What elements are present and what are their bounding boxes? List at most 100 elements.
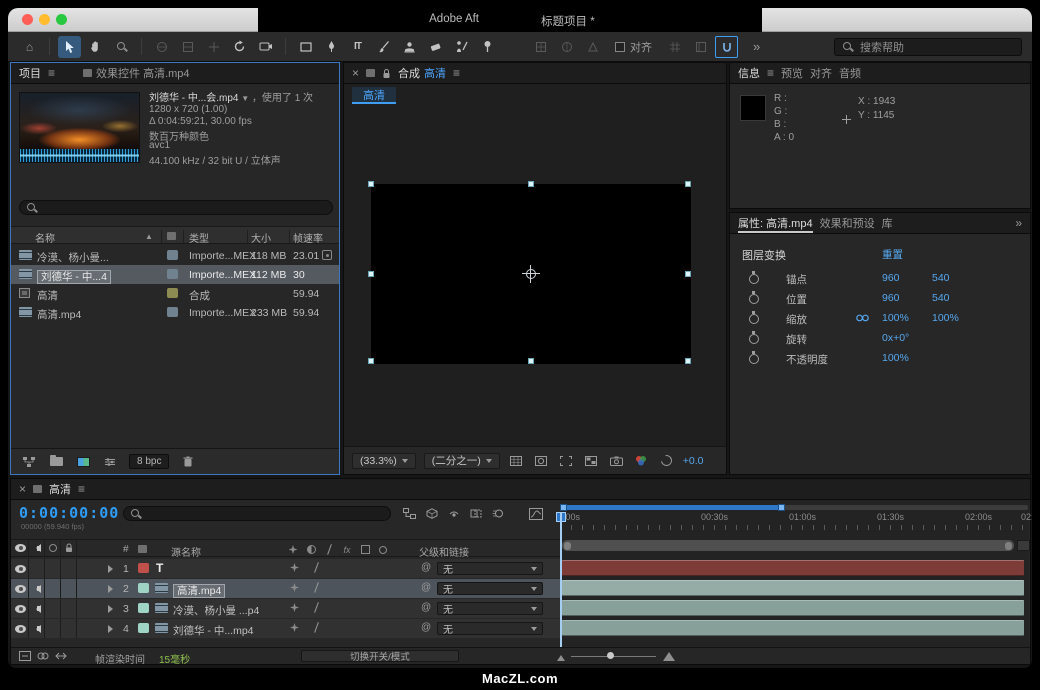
solo-toggle[interactable] xyxy=(45,619,61,638)
lock-toggle[interactable] xyxy=(61,599,77,618)
expand-layer-switches-button[interactable] xyxy=(17,649,33,663)
layer-name[interactable]: 高清.mp4 xyxy=(173,584,225,598)
parent-dropdown[interactable]: 无 xyxy=(437,622,543,635)
collapse-switch-header[interactable] xyxy=(305,544,317,555)
grid-options-button[interactable] xyxy=(663,36,686,58)
viewer-tab[interactable]: 高清 xyxy=(352,87,396,104)
snap-align-checkbox[interactable]: 对齐 xyxy=(615,39,652,55)
selection-handle[interactable] xyxy=(685,181,691,187)
orbit-camera-tool-button[interactable] xyxy=(150,36,173,58)
reset-link[interactable]: 重置 xyxy=(882,247,903,262)
layer-row-selected[interactable]: 2 高清.mp4 @ 无 xyxy=(11,579,560,598)
pickwhip-icon[interactable]: @ xyxy=(421,562,431,573)
quality-slash-switch[interactable] xyxy=(312,562,321,576)
lock-toggle[interactable] xyxy=(61,579,77,598)
comp-marker-button[interactable] xyxy=(1017,540,1030,551)
quality-slash-switch[interactable] xyxy=(312,582,321,596)
quality-switch[interactable] xyxy=(290,603,299,615)
show-channels-button[interactable] xyxy=(633,453,650,468)
time-ruler[interactable] xyxy=(560,525,1029,530)
parent-dropdown[interactable]: 无 xyxy=(437,562,543,575)
brush-tool-button[interactable] xyxy=(372,36,395,58)
selection-handle[interactable] xyxy=(685,271,691,277)
frame-blend-switch-header[interactable] xyxy=(359,544,371,555)
layer-duration-bar[interactable] xyxy=(562,560,1024,576)
lock-column-header[interactable] xyxy=(61,540,77,556)
rotation-tool-button[interactable] xyxy=(228,36,251,58)
scale-y-value[interactable]: 100% xyxy=(932,312,959,324)
project-row[interactable]: 高清.mp4 Importe...MEX 233 MB 59.94 xyxy=(11,303,339,322)
color-depth-button[interactable]: 8 bpc xyxy=(129,454,169,469)
titlebar[interactable]: Adobe Aft 标题项目 * xyxy=(8,8,1032,32)
composition-viewer[interactable]: 高清 xyxy=(344,84,726,446)
position-x-value[interactable]: 960 xyxy=(882,292,900,304)
new-folder-button[interactable] xyxy=(48,455,64,469)
expander-icon[interactable] xyxy=(108,625,117,633)
solo-column-header[interactable] xyxy=(45,540,61,556)
project-row[interactable]: 冷漠、杨小曼... Importe...MEX 118 MB 23.01 xyxy=(11,246,339,265)
close-panel-icon[interactable]: × xyxy=(352,66,359,80)
snapping-button[interactable] xyxy=(715,36,738,58)
link-icon[interactable] xyxy=(856,314,869,322)
graph-editor-button[interactable] xyxy=(527,506,544,521)
type-tool-button[interactable]: IT xyxy=(346,36,369,58)
expander-icon[interactable] xyxy=(108,585,117,593)
position-y-value[interactable]: 540 xyxy=(932,292,950,304)
pickwhip-icon[interactable]: @ xyxy=(421,622,431,633)
tab-effects-presets[interactable]: 效果和预设 xyxy=(820,213,875,233)
video-toggle[interactable] xyxy=(13,599,29,618)
mask-visibility-button[interactable] xyxy=(533,453,550,468)
effects-switch-header[interactable]: fx xyxy=(341,544,353,555)
world-axis-mode-button[interactable] xyxy=(555,36,578,58)
label-chip[interactable] xyxy=(138,623,149,633)
minimize-window-button[interactable] xyxy=(39,14,50,25)
audio-toggle[interactable] xyxy=(29,619,45,638)
playhead[interactable] xyxy=(560,512,562,647)
audio-toggle[interactable] xyxy=(29,579,45,598)
layer-name[interactable]: 冷漠、杨小曼 ...p4 xyxy=(173,603,259,618)
rotation-value[interactable]: 0x+0° xyxy=(882,332,909,344)
project-row-selected[interactable]: 刘德华 - 中...4 Importe...MEX 112 MB 30 xyxy=(11,265,339,284)
pickwhip-icon[interactable]: @ xyxy=(421,602,431,613)
parent-dropdown[interactable]: 无 xyxy=(437,602,543,615)
solo-toggle[interactable] xyxy=(45,599,61,618)
interpret-footage-button[interactable] xyxy=(21,455,37,469)
work-area-bar[interactable] xyxy=(560,505,1028,510)
delete-button[interactable] xyxy=(180,455,196,469)
project-table-header[interactable]: 名称 ▲ 类型 大小 帧速率 xyxy=(11,226,339,244)
tab-align[interactable]: 对齐 xyxy=(810,63,832,83)
pickwhip-icon[interactable]: @ xyxy=(421,582,431,593)
zoom-tool-button[interactable] xyxy=(110,36,133,58)
layer-duration-bar[interactable] xyxy=(562,600,1024,616)
close-window-button[interactable] xyxy=(22,14,33,25)
label-chip[interactable] xyxy=(167,288,178,298)
time-navigator-bar[interactable] xyxy=(562,540,1014,551)
label-chip[interactable] xyxy=(138,603,149,613)
tab-audio[interactable]: 音频 xyxy=(839,63,861,83)
quality-slash-switch[interactable] xyxy=(312,622,321,636)
panel-menu-icon[interactable]: ≡ xyxy=(767,66,774,80)
layer-duration-bar[interactable] xyxy=(562,620,1024,636)
pen-tool-button[interactable] xyxy=(320,36,343,58)
audio-column-header[interactable] xyxy=(29,540,45,556)
composition-mini-flowchart-button[interactable] xyxy=(401,506,418,521)
label-chip[interactable] xyxy=(138,583,149,593)
draft-3d-button[interactable] xyxy=(423,506,440,521)
anchor-x-value[interactable]: 960 xyxy=(882,272,900,284)
tab-effect-controls[interactable]: 效果控件 高清.mp4 xyxy=(83,63,190,83)
expand-transfer-controls-button[interactable] xyxy=(35,649,51,663)
anchor-point-icon[interactable] xyxy=(522,265,540,283)
stopwatch-icon[interactable] xyxy=(748,271,759,283)
tab-project[interactable]: 项目 xyxy=(19,63,41,83)
footage-preview-thumbnail[interactable] xyxy=(19,92,140,163)
tab-overflow-icon[interactable]: » xyxy=(1015,216,1022,230)
anchor-y-value[interactable]: 540 xyxy=(932,272,950,284)
reset-exposure-button[interactable] xyxy=(658,453,675,468)
resolution-dropdown[interactable]: (二分之一) xyxy=(424,453,500,469)
selection-tool-button[interactable] xyxy=(58,36,81,58)
guide-options-button[interactable] xyxy=(689,36,712,58)
selection-handle[interactable] xyxy=(528,358,534,364)
solo-toggle[interactable] xyxy=(45,579,61,598)
roto-brush-tool-button[interactable] xyxy=(450,36,473,58)
puppet-pin-tool-button[interactable] xyxy=(476,36,499,58)
